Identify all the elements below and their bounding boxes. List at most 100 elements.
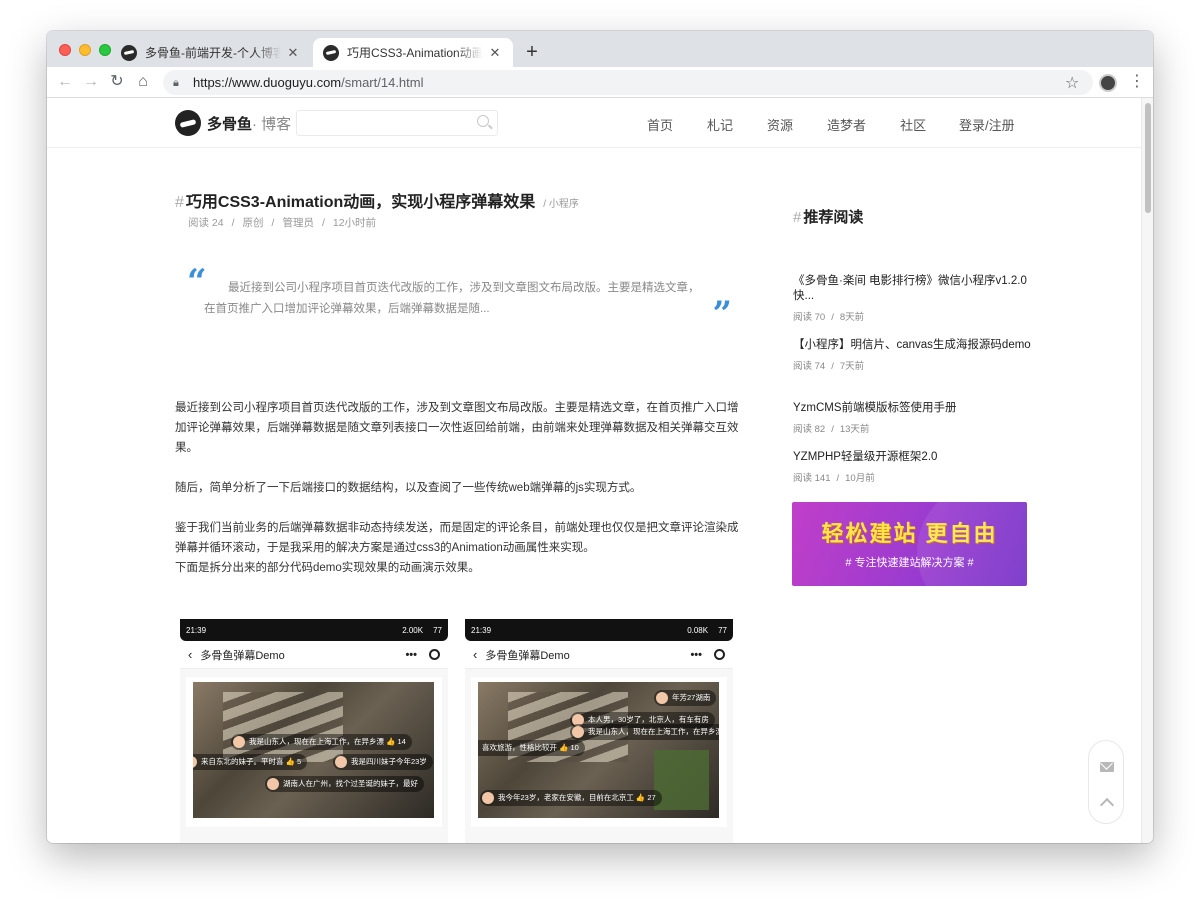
- tab-title: 巧用CSS3-Animation动画，实现: [347, 46, 483, 60]
- home-icon[interactable]: ⌂: [133, 72, 153, 92]
- tab-title: 多骨鱼-前端开发-个人博客-模版: [145, 46, 281, 60]
- sidebar-title: # 推荐阅读: [793, 206, 863, 227]
- close-window-button[interactable]: [59, 44, 71, 56]
- recommended-meta: 阅读 82 / 13天前: [793, 421, 1033, 435]
- main-nav: 首页 札记 资源 造梦者 社区: [647, 115, 960, 134]
- recommended-item[interactable]: YZMPHP轻量级开源框架2.0 阅读 141 / 10月前: [793, 450, 1033, 484]
- article-category[interactable]: / 小程序: [543, 199, 579, 210]
- tab-article[interactable]: 巧用CSS3-Animation动画，实现 ✕: [313, 38, 513, 67]
- danmu-text: 年芳27湖南: [672, 693, 711, 702]
- meta-separator: /: [321, 217, 325, 229]
- meta-separator: /: [231, 217, 235, 229]
- forward-arrow-icon[interactable]: →: [81, 72, 101, 92]
- more-dots-icon: •••: [405, 648, 417, 661]
- tab-home[interactable]: 多骨鱼-前端开发-个人博客-模版 ✕: [111, 38, 311, 67]
- close-quote-icon: ”: [712, 294, 732, 334]
- miniapp-title: 多骨鱼弹幕Demo: [200, 649, 285, 662]
- nav-item-dreamers[interactable]: 造梦者: [827, 115, 866, 134]
- brand-name: 多骨鱼: [207, 115, 253, 133]
- scrollbar-thumb[interactable]: [1145, 103, 1151, 213]
- meta-separator: /: [831, 312, 834, 323]
- site-favicon-icon: [323, 44, 339, 61]
- post-time: 13天前: [839, 424, 870, 435]
- lock-icon: 🔒︎: [173, 76, 179, 89]
- status-battery: 77: [433, 625, 442, 635]
- nav-item-notes[interactable]: 札记: [707, 115, 733, 134]
- mail-icon[interactable]: [1100, 762, 1114, 772]
- danmu-bubble: 我是山东人，现在在上海工作，在异乡漂 👍 14: [231, 734, 412, 750]
- minimize-window-button[interactable]: [79, 44, 91, 56]
- browser-menu-icon[interactable]: ⋮: [1129, 71, 1145, 93]
- recommended-item[interactable]: 《多骨鱼·楽间 电影排行榜》微信小程序v1.2.0 快... 阅读 70 / 8天前: [793, 274, 1033, 323]
- status-battery: 77: [718, 625, 727, 635]
- bookmark-star-icon[interactable]: ☆: [1065, 73, 1079, 93]
- status-time: 21:39: [186, 625, 207, 635]
- site-logo[interactable]: 多骨鱼 · 博客: [175, 110, 291, 136]
- danmu-likes: 14: [397, 737, 406, 746]
- address-bar[interactable]: 🔒︎ https://www.duoguyu.com/smart/14.html: [163, 70, 1093, 95]
- recommended-meta: 阅读 70 / 8天前: [793, 309, 1033, 323]
- article-paragraph: 随后，简单分析了一下后端接口的数据结构，以及查阅了一些传统web端弹幕的js实现…: [175, 482, 642, 494]
- back-to-top-icon[interactable]: [1099, 797, 1115, 813]
- tab-close-icon[interactable]: ✕: [285, 45, 301, 61]
- url-path: /smart/14.html: [341, 75, 424, 90]
- site-favicon-icon: [121, 44, 137, 61]
- search-icon[interactable]: [477, 115, 489, 127]
- danmu-bubble: 我今年23岁，老家在安徽，目前在北京工 👍 27: [480, 790, 662, 806]
- nav-item-home[interactable]: 首页: [647, 115, 673, 134]
- recommended-meta: 阅读 141 / 10月前: [793, 470, 1033, 484]
- recommended-title[interactable]: YzmCMS前端模版标签使用手册: [793, 401, 1033, 416]
- article-title-text: 巧用CSS3-Animation动画，实现小程序弹幕效果: [185, 194, 536, 211]
- recommended-item[interactable]: YzmCMS前端模版标签使用手册 阅读 82 / 13天前: [793, 401, 1033, 435]
- tab-close-icon[interactable]: ✕: [487, 45, 503, 61]
- article-title: # 巧用CSS3-Animation动画，实现小程序弹幕效果 / 小程序: [175, 188, 579, 212]
- meta-separator: /: [271, 217, 275, 229]
- banner-title: 轻松建站 更自由: [821, 521, 998, 546]
- nav-item-resources[interactable]: 资源: [767, 115, 793, 134]
- nav-item-community[interactable]: 社区: [900, 115, 926, 134]
- reload-icon[interactable]: ↻: [107, 72, 127, 92]
- sidebar-title-text: 推荐阅读: [803, 209, 864, 226]
- meta-separator: /: [831, 424, 834, 435]
- recommended-title[interactable]: 【小程序】明信片、canvas生成海报源码demo: [793, 338, 1033, 353]
- title-hash: #: [793, 209, 802, 226]
- search-input[interactable]: [296, 110, 498, 136]
- article-paragraph: 最近接到公司小程序项目首页迭代改版的工作，涉及到文章图文布局改版。主要是精选文章…: [175, 402, 739, 454]
- danmu-bubble: 我是四川妹子今年23岁: [333, 754, 433, 770]
- article-summary-quote: “ 最近接到公司小程序项目首页迭代改版的工作，涉及到文章图文布局改版。主要是精选…: [187, 262, 732, 356]
- danmu-text: 喜欢旅游，性格比较开: [482, 743, 557, 752]
- chevron-left-icon: ‹: [473, 647, 478, 662]
- back-arrow-icon[interactable]: ←: [55, 72, 75, 92]
- article-type: 原创: [242, 217, 264, 229]
- maximize-window-button[interactable]: [99, 44, 111, 56]
- status-time: 21:39: [471, 625, 492, 635]
- brand-sub: · 博客: [252, 115, 292, 133]
- read-count: 阅读 70: [793, 312, 826, 323]
- recommended-title[interactable]: 《多骨鱼·楽间 电影排行榜》微信小程序v1.2.0 快...: [793, 274, 1033, 304]
- browser-toolbar: ← → ↻ ⌂ 🔒︎ https://www.duoguyu.com/smart…: [47, 67, 1153, 98]
- post-time: 7天前: [839, 361, 865, 372]
- profile-avatar[interactable]: [1099, 74, 1117, 92]
- new-tab-button[interactable]: +: [521, 41, 543, 63]
- phone-status-bar: 21:39 0.08K 77: [465, 619, 733, 641]
- miniapp-nav-bar: ‹ 多骨鱼弹幕Demo •••: [465, 641, 733, 669]
- login-register-link[interactable]: 登录/注册: [959, 115, 1015, 134]
- capsule-close-icon: [714, 649, 725, 660]
- promo-banner[interactable]: 轻松建站 更自由 # 专注快速建站解决方案 #: [792, 502, 1027, 586]
- page-scrollbar[interactable]: [1141, 98, 1153, 843]
- danmu-text: 我是四川妹子今年23岁: [351, 757, 427, 766]
- read-count: 阅读 24: [188, 217, 224, 229]
- article-paragraph: 鉴于我们当前业务的后端弹幕数据非动态持续发送，而是固定的评论条目，前端处理也仅仅…: [175, 522, 739, 554]
- demo-card: 我是山东人，现在在上海工作，在异乡漂 👍 14 我是四川妹子今年23岁 来自东北…: [186, 677, 442, 827]
- more-dots-icon: •••: [690, 648, 702, 661]
- recommended-title[interactable]: YZMPHP轻量级开源框架2.0: [793, 450, 1033, 465]
- recommended-item[interactable]: 【小程序】明信片、canvas生成海报源码demo 阅读 74 / 7天前: [793, 338, 1033, 372]
- url-host: https://www.duoguyu.com: [193, 75, 342, 90]
- danmu-likes: 5: [297, 757, 302, 766]
- article-paragraph: 下面是拆分出来的部分代码demo实现效果的动画演示效果。: [175, 562, 480, 574]
- demo-photo: 我是山东人，现在在上海工作，在异乡漂 👍 14 我是四川妹子今年23岁 来自东北…: [193, 682, 434, 818]
- miniapp-title: 多骨鱼弹幕Demo: [485, 649, 570, 662]
- danmu-bubble: 湖南人在广州，找个过圣诞的妹子，最好: [265, 776, 424, 792]
- meta-separator: /: [831, 361, 834, 372]
- danmu-bubble: 来自东北的妹子。平时喜 👍 5: [193, 754, 308, 770]
